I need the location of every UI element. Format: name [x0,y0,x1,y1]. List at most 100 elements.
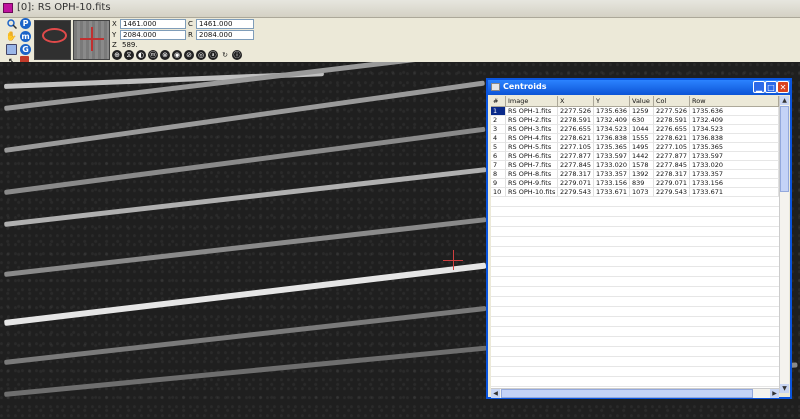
table-cell: 1732.409 [690,116,779,125]
table-header: # Image X Y Value Col Row [491,96,779,107]
table-cell: 10 [491,188,506,197]
table-cell: 2277.845 [654,161,690,170]
pixel-thumbnail [73,20,110,60]
empty-row [491,337,779,347]
auto-icon[interactable]: ⓐ [208,50,218,60]
table-cell: 2277.877 [558,152,594,161]
display-tools: ⊕ ⧖ ◐ ⓜ ⊗ ◉ ⊘ ◎ ⓐ ↻ ⓘ [112,50,242,60]
table-row[interactable]: 3 RS OPH-3.fits 2276.655 1734.523 1044 2276.6… [491,125,779,134]
table-cell: 1733.156 [690,179,779,188]
col-header-col[interactable]: Col [654,96,690,106]
table-row[interactable]: 9 RS OPH-9.fits 2279.071 1733.156 839 2279.07… [491,179,779,188]
mode-icon[interactable]: ⓜ [148,50,158,60]
z-label: Z [112,40,117,49]
m-icon[interactable]: m [20,31,31,42]
empty-row [491,367,779,377]
c-value: 1461.000 [196,18,254,29]
table-cell: 2279.071 [558,179,594,188]
table-cell: 1734.523 [690,125,779,134]
table-cell: RS OPH-3.fits [506,125,558,134]
table-cell: 1073 [630,188,654,197]
table-cell: 1736.838 [690,134,779,143]
scroll-thumb[interactable] [780,106,789,192]
c-label: C [188,19,193,28]
empty-row [491,227,779,237]
y-label: Y [112,30,117,39]
center-icon[interactable]: ◎ [196,50,206,60]
maximize-icon[interactable]: □ [765,81,777,93]
minimize-icon[interactable]: ▁ [753,81,765,93]
col-header-y[interactable]: Y [594,96,630,106]
table-cell: 1044 [630,125,654,134]
target-icon[interactable]: ◉ [172,50,182,60]
empty-row [491,267,779,277]
table-cell: RS OPH-9.fits [506,179,558,188]
table-cell: 630 [630,116,654,125]
z-coord-row: Z 589. [112,39,138,50]
empty-row [491,327,779,337]
table-row[interactable]: 10 RS OPH-10.fits 2279.543 1733.671 1073 2279… [491,188,779,197]
col-header-value[interactable]: Value [630,96,654,106]
table-row[interactable]: 8 RS OPH-8.fits 2278.317 1733.357 1392 2278.3… [491,170,779,179]
empty-row [491,217,779,227]
block-icon[interactable]: ⊘ [184,50,194,60]
p-icon[interactable]: P [20,18,31,29]
table-cell: 2 [491,116,506,125]
table-cell: RS OPH-10.fits [506,188,558,197]
table-cell: 1735.636 [690,107,779,116]
table-cell: 1733.357 [690,170,779,179]
col-header-x[interactable]: X [558,96,594,106]
empty-row [491,237,779,247]
close-icon[interactable]: ✕ [777,81,789,93]
table-cell: 1733.020 [594,161,630,170]
centroids-title-bar[interactable]: Centroids ▁ □ ✕ [488,80,790,95]
centroids-window[interactable]: Centroids ▁ □ ✕ # Image X Y Value Col Ro… [486,78,792,399]
histogram-icon[interactable]: ⧖ [124,50,134,60]
scroll-up-icon[interactable]: ▲ [780,96,789,105]
scroll-thumb-h[interactable] [501,389,753,398]
table-cell: RS OPH-1.fits [506,107,558,116]
table-cell: 1 [491,107,506,116]
table-row[interactable]: 1 RS OPH-1.fits 2277.526 1735.636 1259 2277.5… [491,107,779,116]
table-cell: 6 [491,152,506,161]
table-cell: 1495 [630,143,654,152]
region-icon[interactable] [6,44,17,55]
tool-row-1: P [6,18,36,31]
table-cell: 1442 [630,152,654,161]
scroll-right-icon[interactable]: ▶ [770,389,779,398]
table-cell: 1733.671 [594,188,630,197]
table-row[interactable]: 6 RS OPH-6.fits 2277.877 1733.597 1442 2277.8… [491,152,779,161]
scroll-left-icon[interactable]: ◀ [491,389,500,398]
target-ring-icon [42,28,67,43]
col-header-index[interactable]: # [491,96,506,106]
table-cell: 839 [630,179,654,188]
zoom-icon[interactable] [6,18,17,29]
vertical-scrollbar[interactable]: ▲ ▼ [779,96,789,393]
horizontal-scrollbar[interactable]: ◀ ▶ [491,388,779,398]
empty-row [491,347,779,357]
grid-toggle-icon[interactable]: ⊕ [112,50,122,60]
table-cell: 5 [491,143,506,152]
table-cell: RS OPH-5.fits [506,143,558,152]
empty-row [491,317,779,327]
table-row[interactable]: 4 RS OPH-4.fits 2278.621 1736.838 1555 2278.6… [491,134,779,143]
table-cell: 2278.621 [654,134,690,143]
table-cell: 2277.105 [654,143,690,152]
empty-row [491,297,779,307]
table-row[interactable]: 5 RS OPH-5.fits 2277.105 1735.365 1495 2277.1… [491,143,779,152]
refresh-icon[interactable]: ↻ [220,50,230,60]
contrast-icon[interactable]: ◐ [136,50,146,60]
table-cell: 2278.591 [558,116,594,125]
clear-icon[interactable]: ⊗ [160,50,170,60]
table-row[interactable]: 7 RS OPH-7.fits 2277.845 1733.020 1578 2277.8… [491,161,779,170]
info-icon[interactable]: ⓘ [232,50,242,60]
col-header-row[interactable]: Row [690,96,779,106]
g-icon[interactable]: G [20,44,31,55]
scroll-down-icon[interactable]: ▼ [780,384,789,393]
table-cell: 9 [491,179,506,188]
col-header-image[interactable]: Image [506,96,558,106]
table-cell: RS OPH-6.fits [506,152,558,161]
table-row[interactable]: 2 RS OPH-2.fits 2278.591 1732.409 630 2278.59… [491,116,779,125]
table-cell: 1735.365 [594,143,630,152]
hand-icon[interactable]: ✋ [6,31,17,42]
